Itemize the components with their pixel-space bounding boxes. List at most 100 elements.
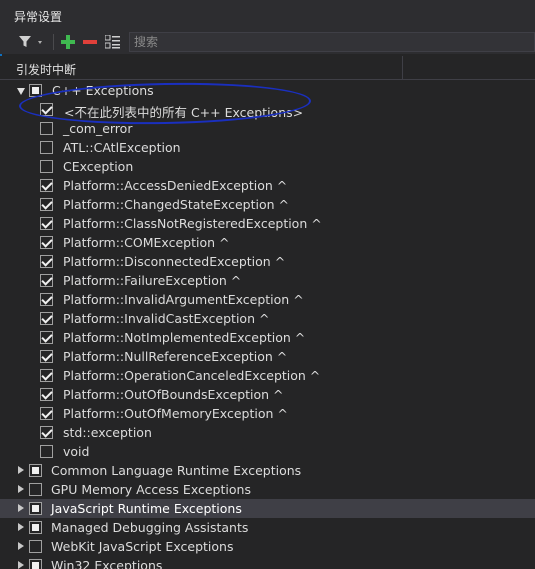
exception-label: Platform::DisconnectedException ^ bbox=[63, 254, 286, 269]
exception-label: Platform::OutOfMemoryException ^ bbox=[63, 406, 288, 421]
exception-item[interactable]: Platform::ChangedStateException ^ bbox=[0, 195, 535, 214]
category-label: Common Language Runtime Exceptions bbox=[51, 463, 302, 478]
exception-item[interactable]: <不在此列表中的所有 C++ Exceptions> bbox=[0, 100, 535, 120]
window-titlebar: 异常设置 bbox=[0, 0, 535, 30]
exception-checkbox[interactable] bbox=[40, 274, 53, 287]
exception-item[interactable]: Platform::ClassNotRegisteredException ^ bbox=[0, 214, 535, 233]
expand-arrow-icon[interactable] bbox=[18, 561, 24, 569]
exception-label: CException bbox=[63, 159, 134, 174]
collapse-arrow-icon[interactable] bbox=[17, 88, 25, 95]
exception-item[interactable]: _com_error bbox=[0, 119, 535, 138]
exception-checkbox[interactable] bbox=[40, 255, 53, 268]
category-label: JavaScript Runtime Exceptions bbox=[51, 501, 242, 516]
category-win32-exceptions[interactable]: Win32 Exceptions bbox=[0, 556, 535, 569]
remove-button[interactable] bbox=[81, 33, 99, 51]
category-checkbox[interactable] bbox=[29, 483, 42, 496]
exception-item[interactable]: Platform::AccessDeniedException ^ bbox=[0, 176, 535, 195]
exception-label: ATL::CAtlException bbox=[63, 140, 181, 155]
category-javascript-exceptions[interactable]: JavaScript Runtime Exceptions bbox=[0, 499, 535, 518]
toolbar bbox=[0, 30, 535, 54]
exception-label: Platform::COMException ^ bbox=[63, 235, 230, 250]
exception-item[interactable]: Platform::DisconnectedException ^ bbox=[0, 252, 535, 271]
column-header-label: 引发时中断 bbox=[16, 63, 77, 77]
exception-item[interactable]: Platform::COMException ^ bbox=[0, 233, 535, 252]
window-title: 异常设置 bbox=[14, 10, 63, 24]
exception-item[interactable]: Platform::FailureException ^ bbox=[0, 271, 535, 290]
exception-label: Platform::InvalidCastException ^ bbox=[63, 311, 270, 326]
exception-label: Platform::FailureException ^ bbox=[63, 273, 242, 288]
add-button[interactable] bbox=[59, 33, 77, 51]
column-divider[interactable] bbox=[402, 56, 403, 80]
exception-item[interactable]: ATL::CAtlException bbox=[0, 138, 535, 157]
category-checkbox[interactable] bbox=[29, 84, 42, 97]
category-checkbox[interactable] bbox=[29, 502, 42, 515]
exception-checkbox[interactable] bbox=[40, 388, 53, 401]
exception-label: std::exception bbox=[63, 425, 152, 440]
column-header: 引发时中断 bbox=[0, 56, 535, 80]
exception-checkbox[interactable] bbox=[40, 350, 53, 363]
exception-checkbox[interactable] bbox=[40, 141, 53, 154]
plus-icon bbox=[61, 35, 75, 49]
exception-label: void bbox=[63, 444, 90, 459]
exception-label: Platform::NullReferenceException ^ bbox=[63, 349, 288, 364]
search-input[interactable] bbox=[130, 33, 534, 51]
category-mda[interactable]: Managed Debugging Assistants bbox=[0, 518, 535, 537]
category-label: Win32 Exceptions bbox=[51, 558, 163, 569]
exception-checkbox[interactable] bbox=[40, 407, 53, 420]
expand-arrow-icon[interactable] bbox=[18, 542, 24, 550]
exception-checkbox[interactable] bbox=[40, 369, 53, 382]
exception-checkbox[interactable] bbox=[40, 445, 53, 458]
category-gpu-exceptions[interactable]: GPU Memory Access Exceptions bbox=[0, 480, 535, 499]
expand-arrow-icon[interactable] bbox=[18, 523, 24, 531]
exception-label: _com_error bbox=[63, 121, 133, 136]
expand-arrow-icon[interactable] bbox=[18, 504, 24, 512]
category-label: C++ Exceptions bbox=[52, 83, 154, 98]
exception-label: Platform::OutOfBoundsException ^ bbox=[63, 387, 284, 402]
minus-icon bbox=[83, 40, 97, 44]
exception-checkbox[interactable] bbox=[40, 103, 53, 116]
category-label: GPU Memory Access Exceptions bbox=[51, 482, 251, 497]
exception-label: Platform::AccessDeniedException ^ bbox=[63, 178, 288, 193]
list-icon bbox=[105, 35, 120, 49]
exception-checkbox[interactable] bbox=[40, 122, 53, 135]
exception-checkbox[interactable] bbox=[40, 179, 53, 192]
exception-label: Platform::ChangedStateException ^ bbox=[63, 197, 289, 212]
exception-item[interactable]: Platform::OutOfMemoryException ^ bbox=[0, 404, 535, 423]
exception-checkbox[interactable] bbox=[40, 160, 53, 173]
category-checkbox[interactable] bbox=[29, 521, 42, 534]
toolbar-separator bbox=[53, 34, 54, 50]
exception-label: Platform::InvalidArgumentException ^ bbox=[63, 292, 304, 307]
exception-item[interactable]: Platform::OperationCanceledException ^ bbox=[0, 366, 535, 385]
exception-item[interactable]: CException bbox=[0, 157, 535, 176]
exception-item[interactable]: Platform::OutOfBoundsException ^ bbox=[0, 385, 535, 404]
exception-checkbox[interactable] bbox=[40, 426, 53, 439]
exception-item[interactable]: std::exception bbox=[0, 423, 535, 442]
exception-checkbox[interactable] bbox=[40, 198, 53, 211]
category-label: WebKit JavaScript Exceptions bbox=[51, 539, 234, 554]
category-checkbox[interactable] bbox=[29, 540, 42, 553]
exception-checkbox[interactable] bbox=[40, 293, 53, 306]
exception-label: Platform::OperationCanceledException ^ bbox=[63, 368, 321, 383]
restore-defaults-button[interactable] bbox=[103, 33, 123, 51]
exception-checkbox[interactable] bbox=[40, 331, 53, 344]
exception-item[interactable]: void bbox=[0, 442, 535, 461]
filter-icon bbox=[19, 36, 42, 47]
category-checkbox[interactable] bbox=[29, 559, 42, 569]
exception-tree: C++ Exceptions <不在此列表中的所有 C++ Exceptions… bbox=[0, 81, 535, 569]
exception-item[interactable]: Platform::NullReferenceException ^ bbox=[0, 347, 535, 366]
exception-checkbox[interactable] bbox=[40, 312, 53, 325]
expand-arrow-icon[interactable] bbox=[18, 485, 24, 493]
exception-checkbox[interactable] bbox=[40, 236, 53, 249]
exception-label: Platform::NotImplementedException ^ bbox=[63, 330, 306, 345]
category-clr-exceptions[interactable]: Common Language Runtime Exceptions bbox=[0, 461, 535, 480]
exception-item[interactable]: Platform::NotImplementedException ^ bbox=[0, 328, 535, 347]
exception-checkbox[interactable] bbox=[40, 217, 53, 230]
exception-item[interactable]: Platform::InvalidArgumentException ^ bbox=[0, 290, 535, 309]
expand-arrow-icon[interactable] bbox=[18, 466, 24, 474]
category-label: Managed Debugging Assistants bbox=[51, 520, 249, 535]
exception-item[interactable]: Platform::InvalidCastException ^ bbox=[0, 309, 535, 328]
filter-button[interactable] bbox=[16, 33, 48, 51]
category-webkit-exceptions[interactable]: WebKit JavaScript Exceptions bbox=[0, 537, 535, 556]
category-checkbox[interactable] bbox=[29, 464, 42, 477]
category-cpp-exceptions[interactable]: C++ Exceptions bbox=[0, 81, 535, 100]
